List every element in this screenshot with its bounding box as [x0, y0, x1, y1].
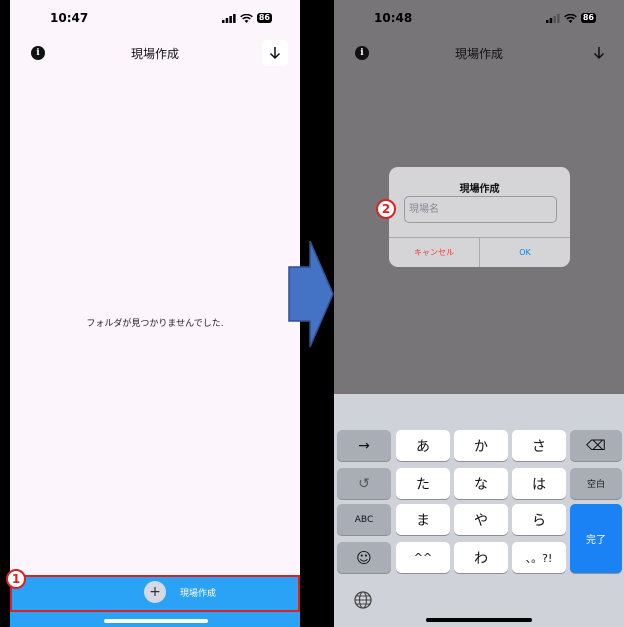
signal-icon: [221, 13, 236, 23]
arrow-down-icon: [593, 47, 605, 60]
page-title: 現場作成: [454, 47, 503, 61]
key-kaomoji[interactable]: ^^: [396, 542, 450, 573]
abc-key[interactable]: ABC: [337, 504, 391, 535]
dialog-title: 現場作成: [459, 184, 500, 195]
done-key[interactable]: 完了: [570, 504, 622, 573]
key-ha[interactable]: は: [512, 468, 566, 499]
signal-icon: [545, 13, 560, 23]
page-title: 現場作成: [130, 47, 179, 61]
status-time: 10:48: [374, 11, 413, 25]
left-screen: 10:47 86 i 現場作成 フォルダが見つかりませんでした. + 現場作成: [10, 0, 300, 627]
key-sa[interactable]: さ: [512, 430, 566, 461]
key-ya[interactable]: や: [454, 504, 508, 535]
empty-state-message: フォルダが見つかりませんでした.: [86, 319, 224, 329]
status-icons: 86: [221, 13, 272, 23]
nav-bar: i 現場作成: [334, 38, 624, 68]
key-punctuation[interactable]: 、。?!: [512, 542, 566, 573]
battery-indicator: 86: [580, 13, 596, 23]
key-next-arrow[interactable]: →: [337, 430, 391, 461]
arrow-down-icon: [269, 47, 281, 60]
key-wa[interactable]: わ: [454, 542, 508, 573]
battery-indicator: 86: [256, 13, 272, 23]
japanese-keyboard: → あ か さ ⌫ ↺ た な は 空白 ABC ま や ら ☺ ^^ わ 、。…: [334, 394, 624, 627]
key-ma[interactable]: ま: [396, 504, 450, 535]
create-site-dialog: 現場作成 現場名 キャンセル OK: [389, 167, 570, 267]
emoji-key[interactable]: ☺: [337, 542, 391, 573]
wifi-icon: [564, 13, 577, 23]
key-ta[interactable]: た: [396, 468, 450, 499]
undo-key[interactable]: ↺: [337, 468, 391, 499]
status-bar: 10:48 86: [334, 0, 624, 36]
download-button[interactable]: [586, 40, 612, 66]
home-indicator: [426, 618, 532, 622]
status-time: 10:47: [50, 11, 89, 25]
key-a[interactable]: あ: [396, 430, 450, 461]
ok-button[interactable]: OK: [480, 238, 570, 267]
cancel-button[interactable]: キャンセル: [389, 238, 480, 267]
wifi-icon: [240, 13, 253, 23]
site-name-input[interactable]: 現場名: [404, 196, 557, 223]
globe-icon[interactable]: [354, 591, 372, 609]
callout-number-1: 1: [6, 569, 26, 589]
download-button[interactable]: [262, 40, 288, 66]
right-screen: 10:48 86 i 現場作成 現場作成 現場名 キャンセル OK → あ か …: [334, 0, 624, 627]
callout-highlight-1: [10, 575, 300, 612]
right-arrow-icon: [288, 240, 334, 348]
space-key[interactable]: 空白: [570, 468, 622, 499]
status-icons: 86: [545, 13, 596, 23]
nav-bar: i 現場作成: [10, 38, 300, 68]
key-na[interactable]: な: [454, 468, 508, 499]
backspace-key[interactable]: ⌫: [570, 430, 622, 461]
callout-number-2: 2: [376, 199, 396, 219]
key-ka[interactable]: か: [454, 430, 508, 461]
dialog-buttons: キャンセル OK: [389, 237, 570, 267]
home-indicator: [104, 619, 208, 623]
status-bar: 10:47 86: [10, 0, 300, 36]
key-ra[interactable]: ら: [512, 504, 566, 535]
